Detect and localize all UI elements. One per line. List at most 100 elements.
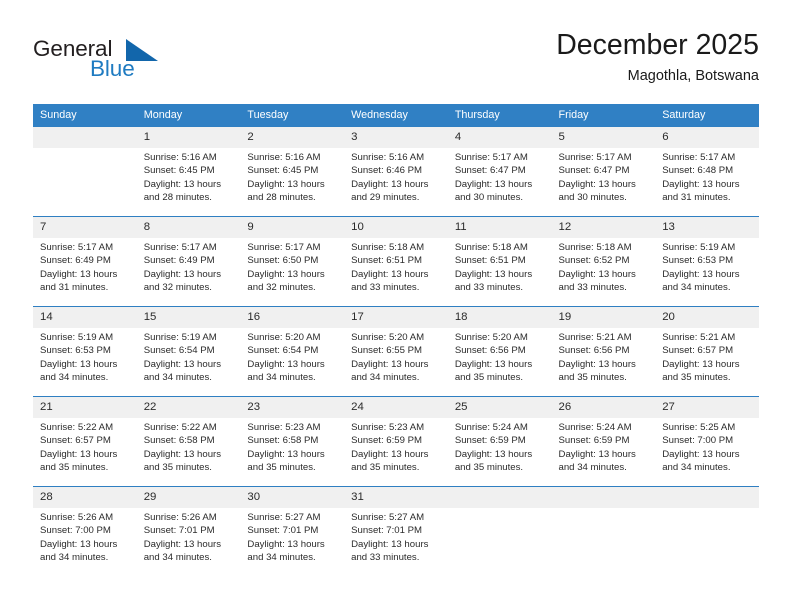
day-info-sunrise: Sunrise: 5:23 AM bbox=[351, 422, 425, 433]
day-info-sunrise: Sunrise: 5:23 AM bbox=[247, 422, 321, 433]
calendar-day-cell[interactable]: 27 Sunrise: 5:25 AM Sunset: 7:00 PM Dayligh… bbox=[655, 396, 759, 487]
calendar-day-cell[interactable]: 11 Sunrise: 5:18 AM Sunset: 6:51 PM Dayligh… bbox=[447, 216, 552, 307]
day-number: 9 bbox=[240, 217, 345, 238]
calendar-day-cell[interactable]: 25 Sunrise: 5:24 AM Sunset: 6:59 PM Dayligh… bbox=[447, 396, 552, 487]
day-info: Sunrise: 5:17 AM Sunset: 6:47 PM Daylight:… bbox=[552, 148, 656, 204]
calendar-day-cell[interactable]: 23 Sunrise: 5:23 AM Sunset: 6:58 PM Dayligh… bbox=[240, 396, 345, 487]
day-info: Sunrise: 5:26 AM Sunset: 7:01 PM Daylight:… bbox=[137, 508, 241, 564]
calendar-day-cell[interactable]: 30 Sunrise: 5:27 AM Sunset: 7:01 PM Dayligh… bbox=[240, 486, 345, 577]
calendar-day-cell[interactable]: 6 Sunrise: 5:17 AM Sunset: 6:48 PM Daylight… bbox=[655, 126, 759, 217]
day-info-daylight2: and 32 minutes. bbox=[247, 281, 316, 293]
calendar-day-cell[interactable]: 12 Sunrise: 5:18 AM Sunset: 6:52 PM Dayligh… bbox=[551, 216, 656, 307]
day-info-daylight1: Daylight: 13 hours bbox=[351, 538, 429, 550]
day-info-sunrise: Sunrise: 5:20 AM bbox=[454, 332, 528, 343]
calendar-day-cell[interactable]: 16 Sunrise: 5:20 AM Sunset: 6:54 PM Dayligh… bbox=[240, 306, 345, 397]
day-info-sunset: Sunset: 6:59 PM bbox=[454, 435, 526, 447]
day-info-sunset: Sunset: 6:47 PM bbox=[454, 165, 526, 177]
calendar-day-cell[interactable]: 1 Sunrise: 5:16 AM Sunset: 6:45 PM Daylight… bbox=[136, 126, 241, 217]
day-info-daylight2: and 33 minutes. bbox=[454, 281, 524, 293]
day-info-sunset: Sunset: 6:53 PM bbox=[40, 345, 111, 357]
day-info: Sunrise: 5:16 AM Sunset: 6:46 PM Daylight:… bbox=[344, 148, 448, 204]
day-info: Sunrise: 5:24 AM Sunset: 6:59 PM Daylight:… bbox=[448, 418, 552, 474]
day-info-daylight1: Daylight: 13 hours bbox=[247, 448, 325, 460]
calendar-week-row: 28 Sunrise: 5:26 AM Sunset: 7:00 PM Dayligh… bbox=[33, 486, 759, 577]
calendar-day-cell[interactable]: 17 Sunrise: 5:20 AM Sunset: 6:55 PM Dayligh… bbox=[344, 306, 448, 397]
calendar-day-cell[interactable]: 20 Sunrise: 5:21 AM Sunset: 6:57 PM Dayligh… bbox=[655, 306, 759, 397]
day-info: Sunrise: 5:26 AM Sunset: 7:00 PM Daylight:… bbox=[33, 508, 137, 564]
day-number bbox=[551, 487, 656, 508]
day-info-daylight1: Daylight: 13 hours bbox=[247, 538, 325, 550]
day-info-daylight2: and 28 minutes. bbox=[143, 191, 212, 203]
day-info-daylight2: and 34 minutes. bbox=[247, 371, 316, 383]
calendar-day-cell[interactable]: 2 Sunrise: 5:16 AM Sunset: 6:45 PM Daylight… bbox=[240, 126, 345, 217]
day-info-sunrise: Sunrise: 5:18 AM bbox=[454, 242, 528, 253]
calendar-day-cell[interactable]: 8 Sunrise: 5:17 AM Sunset: 6:49 PM Daylight… bbox=[136, 216, 241, 307]
calendar-day-cell[interactable]: 3 Sunrise: 5:16 AM Sunset: 6:46 PM Daylight… bbox=[344, 126, 448, 217]
day-info: Sunrise: 5:18 AM Sunset: 6:52 PM Daylight:… bbox=[552, 238, 656, 294]
day-info-daylight2: and 34 minutes. bbox=[662, 461, 731, 473]
calendar-day-cell[interactable]: 21 Sunrise: 5:22 AM Sunset: 6:57 PM Dayligh… bbox=[33, 396, 137, 487]
calendar-day-cell[interactable]: 13 Sunrise: 5:19 AM Sunset: 6:53 PM Dayligh… bbox=[655, 216, 759, 307]
day-info: Sunrise: 5:20 AM Sunset: 6:56 PM Daylight:… bbox=[448, 328, 552, 384]
day-info-sunset: Sunset: 6:46 PM bbox=[351, 165, 423, 177]
location-subtitle: Magothla, Botswana bbox=[627, 68, 759, 84]
day-number: 28 bbox=[33, 487, 137, 508]
calendar-day-cell[interactable]: 5 Sunrise: 5:17 AM Sunset: 6:47 PM Daylight… bbox=[551, 126, 656, 217]
day-number bbox=[447, 487, 552, 508]
day-info-daylight2: and 35 minutes. bbox=[662, 371, 731, 383]
day-info-daylight2: and 32 minutes. bbox=[143, 281, 212, 293]
day-number: 20 bbox=[655, 307, 759, 328]
calendar-day-cell[interactable]: 29 Sunrise: 5:26 AM Sunset: 7:01 PM Dayligh… bbox=[136, 486, 241, 577]
day-info-sunrise: Sunrise: 5:19 AM bbox=[40, 332, 114, 343]
calendar-day-cell[interactable]: 9 Sunrise: 5:17 AM Sunset: 6:50 PM Daylight… bbox=[240, 216, 345, 307]
calendar-day-cell[interactable]: 24 Sunrise: 5:23 AM Sunset: 6:59 PM Dayligh… bbox=[344, 396, 448, 487]
day-number: 10 bbox=[344, 217, 448, 238]
day-info-sunset: Sunset: 6:47 PM bbox=[558, 165, 630, 177]
day-number: 17 bbox=[344, 307, 448, 328]
day-info: Sunrise: 5:19 AM Sunset: 6:53 PM Daylight:… bbox=[655, 238, 759, 294]
day-info-daylight1: Daylight: 13 hours bbox=[247, 178, 325, 190]
day-info-daylight1: Daylight: 13 hours bbox=[143, 178, 222, 190]
day-info-sunset: Sunset: 6:55 PM bbox=[351, 345, 423, 357]
calendar-day-cell[interactable]: 14 Sunrise: 5:19 AM Sunset: 6:53 PM Dayligh… bbox=[33, 306, 137, 397]
calendar-day-cell[interactable]: 18 Sunrise: 5:20 AM Sunset: 6:56 PM Dayligh… bbox=[447, 306, 552, 397]
day-info-sunrise: Sunrise: 5:16 AM bbox=[247, 152, 321, 163]
day-info: Sunrise: 5:20 AM Sunset: 6:55 PM Daylight:… bbox=[344, 328, 448, 384]
day-info: Sunrise: 5:21 AM Sunset: 6:57 PM Daylight:… bbox=[655, 328, 759, 384]
day-info-daylight1: Daylight: 13 hours bbox=[247, 268, 325, 280]
day-info-daylight2: and 34 minutes. bbox=[351, 371, 420, 383]
day-info-daylight1: Daylight: 13 hours bbox=[558, 268, 636, 280]
calendar-day-cell[interactable]: 19 Sunrise: 5:21 AM Sunset: 6:56 PM Dayligh… bbox=[551, 306, 656, 397]
day-number: 26 bbox=[551, 397, 656, 418]
day-info: Sunrise: 5:16 AM Sunset: 6:45 PM Daylight:… bbox=[240, 148, 344, 204]
calendar-day-cell[interactable]: 28 Sunrise: 5:26 AM Sunset: 7:00 PM Dayligh… bbox=[33, 486, 137, 577]
day-info-sunset: Sunset: 6:49 PM bbox=[143, 255, 215, 267]
day-info-sunrise: Sunrise: 5:17 AM bbox=[40, 242, 114, 253]
calendar-day-cell[interactable]: 7 Sunrise: 5:17 AM Sunset: 6:49 PM Daylight… bbox=[33, 216, 137, 307]
calendar-week-row: 1 Sunrise: 5:16 AM Sunset: 6:45 PM Daylight… bbox=[33, 126, 759, 217]
calendar-day-cell[interactable]: 4 Sunrise: 5:17 AM Sunset: 6:47 PM Daylight… bbox=[447, 126, 552, 217]
day-info: Sunrise: 5:17 AM Sunset: 6:49 PM Daylight:… bbox=[33, 238, 137, 294]
general-blue-logo[interactable]: General Blue bbox=[33, 36, 213, 88]
day-info-sunrise: Sunrise: 5:17 AM bbox=[143, 242, 217, 253]
calendar-day-cell[interactable]: 10 Sunrise: 5:18 AM Sunset: 6:51 PM Dayligh… bbox=[344, 216, 448, 307]
day-info-sunrise: Sunrise: 5:25 AM bbox=[662, 422, 736, 433]
day-info-sunrise: Sunrise: 5:17 AM bbox=[558, 152, 632, 163]
calendar-day-cell[interactable]: 22 Sunrise: 5:22 AM Sunset: 6:58 PM Dayligh… bbox=[136, 396, 241, 487]
day-info: Sunrise: 5:19 AM Sunset: 6:53 PM Daylight:… bbox=[33, 328, 137, 384]
day-number: 8 bbox=[136, 217, 241, 238]
day-info-sunset: Sunset: 6:54 PM bbox=[247, 345, 319, 357]
day-number: 1 bbox=[136, 127, 241, 148]
day-info-sunrise: Sunrise: 5:17 AM bbox=[247, 242, 321, 253]
day-number: 16 bbox=[240, 307, 345, 328]
calendar-day-cell[interactable]: 31 Sunrise: 5:27 AM Sunset: 7:01 PM Dayligh… bbox=[344, 486, 448, 577]
weekday-header-thursday: Thursday bbox=[447, 104, 552, 127]
day-info: Sunrise: 5:17 AM Sunset: 6:49 PM Daylight:… bbox=[137, 238, 241, 294]
day-info-sunrise: Sunrise: 5:18 AM bbox=[558, 242, 632, 253]
calendar-day-cell[interactable]: 15 Sunrise: 5:19 AM Sunset: 6:54 PM Dayligh… bbox=[136, 306, 241, 397]
page-title: December 2025 bbox=[556, 29, 759, 61]
day-info: Sunrise: 5:17 AM Sunset: 6:50 PM Daylight:… bbox=[240, 238, 344, 294]
day-number: 19 bbox=[551, 307, 656, 328]
day-number: 31 bbox=[344, 487, 448, 508]
calendar-day-cell[interactable]: 26 Sunrise: 5:24 AM Sunset: 6:59 PM Dayligh… bbox=[551, 396, 656, 487]
